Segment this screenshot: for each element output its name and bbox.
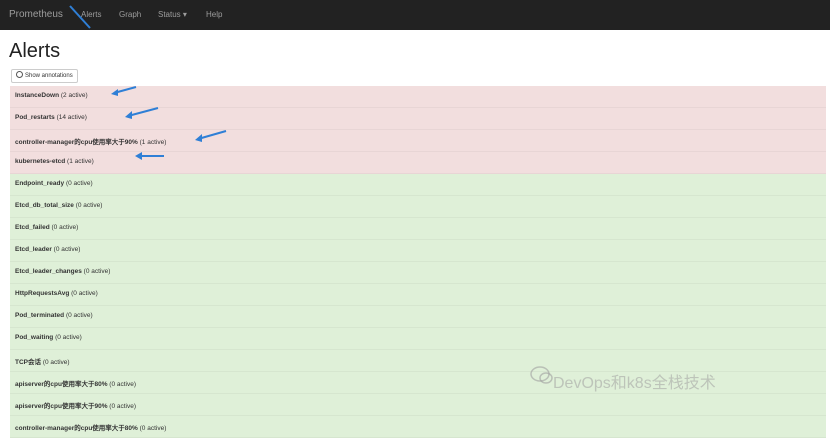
alert-row[interactable]: HttpRequestsAvg (0 active)	[10, 284, 826, 306]
watermark: DevOps和k8s全栈技术	[553, 375, 716, 392]
pointer-arrow-icon	[111, 86, 137, 96]
show-annotations-label: Show annotations	[25, 73, 73, 79]
navbar: Prometheus Alerts Graph Status ▾ Help	[0, 0, 830, 30]
wechat-logo-icon	[530, 366, 553, 384]
alert-active-count: (0 active)	[42, 359, 70, 366]
alert-name: apiserver的cpu使用率大于80%	[15, 381, 108, 388]
alert-row[interactable]: Etcd_db_total_size (0 active)	[10, 196, 826, 218]
page-title: Alerts	[9, 40, 61, 62]
show-annotations-button[interactable]: Show annotations	[11, 69, 78, 83]
alert-row-text: Pod_restarts (14 active)	[15, 114, 87, 121]
alert-active-count: (14 active)	[56, 114, 87, 121]
alert-active-count: (0 active)	[83, 268, 111, 275]
alert-row-text: TCP会话 (0 active)	[15, 356, 70, 366]
alert-name: apiserver的cpu使用率大于90%	[15, 403, 108, 410]
alert-row-text: controller-manager的cpu使用率大于80% (0 active…	[15, 422, 166, 432]
alert-name: Etcd_leader	[15, 246, 52, 253]
alert-row-text: InstanceDown (2 active)	[15, 92, 88, 99]
pointer-arrow-icon	[135, 152, 164, 160]
alert-name: controller-manager的cpu使用率大于80%	[15, 425, 138, 432]
alert-name: HttpRequestsAvg	[15, 290, 70, 297]
alert-row-text: HttpRequestsAvg (0 active)	[15, 290, 98, 297]
alert-row-text: controller-manager的cpu使用率大于90% (1 active…	[15, 136, 166, 146]
pointer-arrow-icon	[195, 130, 227, 142]
alert-row[interactable]: Pod_terminated (0 active)	[10, 306, 826, 328]
alert-active-count: (1 active)	[67, 158, 94, 165]
pointer-arrow-icon	[69, 5, 91, 29]
alert-name: controller-manager的cpu使用率大于90%	[15, 139, 138, 146]
alert-active-count: (2 active)	[60, 92, 88, 99]
alert-active-count: (1 active)	[139, 139, 167, 146]
alert-row-text: apiserver的cpu使用率大于90% (0 active)	[15, 400, 136, 410]
alert-name: Pod_restarts	[15, 114, 55, 121]
alert-active-count: (0 active)	[71, 290, 98, 297]
nav-help[interactable]: Help	[206, 10, 222, 19]
alert-row-text: kubernetes-etcd (1 active)	[15, 158, 94, 165]
alert-row-text: Etcd_failed (0 active)	[15, 224, 78, 231]
alert-name: Pod_waiting	[15, 334, 54, 341]
alert-name: Etcd_leader_changes	[15, 268, 82, 275]
alert-row-text: Etcd_db_total_size (0 active)	[15, 202, 102, 209]
alert-row-text: apiserver的cpu使用率大于80% (0 active)	[15, 378, 136, 388]
nav-graph[interactable]: Graph	[119, 10, 141, 19]
alert-active-count: (0 active)	[75, 202, 103, 209]
alert-name: Endpoint_ready	[15, 180, 65, 187]
checkbox-circle-icon	[16, 71, 23, 78]
alert-row-text: Pod_waiting (0 active)	[15, 334, 82, 341]
alert-name: Pod_terminated	[15, 312, 65, 319]
alert-row-text: Pod_terminated (0 active)	[15, 312, 93, 319]
alert-row[interactable]: apiserver的cpu使用率大于90% (0 active)	[10, 394, 826, 416]
alert-row-text: Etcd_leader_changes (0 active)	[15, 268, 110, 275]
alert-active-count: (0 active)	[51, 224, 79, 231]
alert-name: kubernetes-etcd	[15, 158, 66, 165]
alert-active-count: (0 active)	[55, 334, 82, 341]
alert-row[interactable]: Endpoint_ready (0 active)	[10, 174, 826, 196]
brand-link[interactable]: Prometheus	[9, 9, 63, 20]
alert-name: InstanceDown	[15, 92, 60, 99]
alert-row[interactable]: Pod_waiting (0 active)	[10, 328, 826, 350]
alert-active-count: (0 active)	[139, 425, 167, 432]
alert-row-text: Endpoint_ready (0 active)	[15, 180, 93, 187]
alert-row[interactable]: Etcd_leader (0 active)	[10, 240, 826, 262]
alert-row[interactable]: controller-manager的cpu使用率大于80% (0 active…	[10, 416, 826, 438]
alert-active-count: (0 active)	[53, 246, 81, 253]
alert-name: Etcd_db_total_size	[15, 202, 74, 209]
nav-status-dropdown[interactable]: Status ▾	[158, 10, 187, 19]
alert-row[interactable]: Etcd_failed (0 active)	[10, 218, 826, 240]
alert-active-count: (0 active)	[109, 381, 137, 388]
pointer-arrow-icon	[125, 107, 159, 119]
alert-row-text: Etcd_leader (0 active)	[15, 246, 80, 253]
alert-active-count: (0 active)	[109, 403, 137, 410]
alert-name: TCP会话	[15, 359, 41, 366]
alert-active-count: (0 active)	[65, 312, 93, 319]
alert-name: Etcd_failed	[15, 224, 50, 231]
alert-active-count: (0 active)	[65, 180, 93, 187]
alert-row[interactable]: Etcd_leader_changes (0 active)	[10, 262, 826, 284]
